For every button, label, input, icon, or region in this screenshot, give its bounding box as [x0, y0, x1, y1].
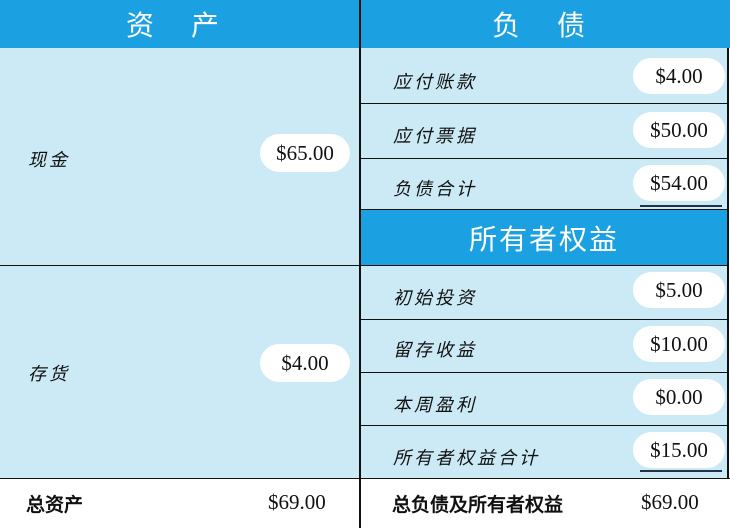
total-assets-value: $69.00 — [268, 490, 326, 514]
liability-value: $50.00 — [633, 112, 725, 148]
liabilities-total-row: 负债合计 $54.00 — [361, 159, 727, 209]
right-border — [727, 48, 729, 478]
total-liab-equity-value: $69.00 — [641, 490, 699, 514]
liabilities-header: 负 债 — [361, 0, 730, 48]
cash-cell: 现金 $65.00 — [0, 48, 359, 265]
inventory-value: $4.00 — [260, 344, 350, 382]
equity-label: 留存收益 — [393, 340, 477, 361]
equity-row: 初始投资 $5.00 — [361, 266, 727, 319]
total-underline — [640, 470, 722, 472]
row-divider — [361, 158, 727, 159]
equity-value: $10.00 — [633, 326, 725, 362]
liability-row: 应付票据 $50.00 — [361, 104, 727, 158]
liabilities-total-value: $54.00 — [633, 165, 725, 201]
equity-label: 本周盈利 — [393, 395, 477, 416]
equity-total-label: 所有者权益合计 — [393, 448, 540, 469]
row-divider — [0, 478, 730, 479]
row-divider — [361, 319, 727, 320]
inventory-label: 存货 — [28, 364, 70, 385]
row-divider — [361, 209, 727, 210]
balance-sheet: 资 产 负 债 现金 $65.00 存货 $4.00 应付账款 $4.00 应付… — [0, 0, 730, 528]
equity-header: 所有者权益 — [361, 210, 727, 265]
assets-header: 资 产 — [0, 0, 359, 48]
liability-value: $4.00 — [633, 58, 725, 94]
total-assets-label: 总资产 — [26, 494, 84, 516]
liability-label: 应付账款 — [393, 72, 477, 93]
row-divider — [361, 265, 727, 266]
row-divider — [0, 265, 359, 266]
liability-label: 应付票据 — [393, 126, 477, 147]
equity-value: $5.00 — [633, 272, 725, 308]
center-divider — [359, 0, 361, 528]
total-liab-equity-label: 总负债及所有者权益 — [392, 494, 564, 516]
equity-label: 初始投资 — [393, 288, 477, 309]
liability-row: 应付账款 $4.00 — [361, 48, 727, 103]
equity-row: 本周盈利 $0.00 — [361, 373, 727, 425]
cash-value: $65.00 — [260, 134, 350, 172]
equity-value: $0.00 — [633, 379, 725, 415]
total-underline — [640, 205, 722, 207]
row-divider — [361, 103, 727, 104]
equity-total-value: $15.00 — [633, 432, 725, 468]
liabilities-total-label: 负债合计 — [393, 179, 477, 200]
cash-label: 现金 — [28, 150, 70, 171]
equity-row: 留存收益 $10.00 — [361, 320, 727, 372]
inventory-cell: 存货 $4.00 — [0, 266, 359, 478]
equity-total-row: 所有者权益合计 $15.00 — [361, 426, 727, 478]
row-divider — [361, 425, 727, 426]
row-divider — [361, 372, 727, 373]
